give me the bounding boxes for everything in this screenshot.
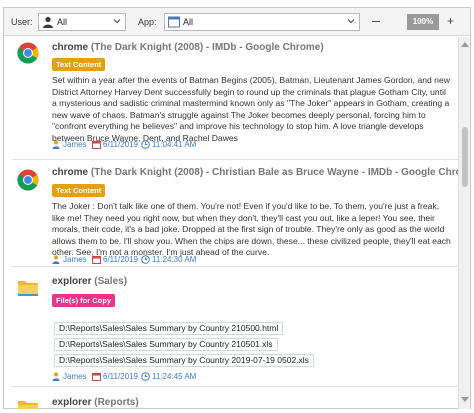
window-title: (The Dark Knight (2008) - IMDb - Google … — [90, 42, 324, 53]
calendar-icon — [92, 141, 101, 149]
entry-title: explorer (Sales) — [52, 276, 127, 287]
divider — [12, 266, 458, 267]
text-content-badge: Text Content — [52, 184, 106, 197]
files-copy-badge: File(s) for Copy — [52, 294, 116, 307]
divider — [12, 386, 458, 387]
entry-meta: James 6/11/2019 11:24:45 AM — [52, 372, 252, 382]
app-name: explorer — [52, 276, 92, 287]
window-title: (Reports) — [94, 397, 139, 408]
zoom-level: 100% — [407, 14, 439, 30]
scroll-down-icon[interactable] — [461, 397, 469, 403]
entry-title: explorer (Reports) — [52, 397, 139, 408]
list-item[interactable]: explorer (Reports) — [4, 388, 458, 409]
captured-text: Set within a year after the events of Ba… — [52, 75, 450, 143]
user-filter-value: All — [57, 17, 68, 27]
file-path[interactable]: D:\Reports\Sales\Sales Summary by Countr… — [54, 338, 278, 351]
chevron-down-icon — [113, 19, 121, 24]
file-path[interactable]: D:\Reports\Sales\Sales Summary by Countr… — [54, 322, 284, 335]
user-icon — [43, 16, 53, 28]
clock-icon — [141, 255, 150, 264]
folder-icon — [18, 281, 38, 296]
clock-icon — [141, 372, 150, 381]
user-filter-dropdown[interactable]: All — [38, 13, 126, 31]
chrome-icon — [17, 42, 39, 64]
user-icon — [52, 255, 60, 264]
calendar-icon — [92, 373, 101, 381]
app-filter-dropdown[interactable]: All — [164, 13, 360, 31]
folder-icon — [18, 401, 38, 409]
zoom-out-button[interactable] — [372, 21, 380, 22]
entry-time: 11:04:41 AM — [152, 140, 197, 149]
vertical-scrollbar[interactable] — [458, 37, 470, 409]
scroll-thumb[interactable] — [462, 127, 468, 187]
calendar-icon — [92, 256, 101, 264]
entry-meta: James 6/11/2019 11:04:41 AM — [52, 140, 252, 150]
entry-user[interactable]: James — [63, 255, 87, 264]
text-content-badge: Text Content — [52, 58, 106, 71]
app-name: explorer — [52, 397, 92, 408]
window-title: (The Dark Knight (2008) - Christian Bale… — [90, 167, 458, 178]
app-name: chrome — [52, 42, 89, 53]
file-path[interactable]: D:\Reports\Sales\Sales Summary by Countr… — [54, 354, 314, 367]
chevron-down-icon — [347, 19, 355, 24]
activity-window: User: All App: All 100% + chrome (The Da… — [3, 7, 471, 409]
user-filter-label: User: — [11, 17, 33, 27]
entry-title: chrome (The Dark Knight (2008) - IMDb - … — [52, 42, 324, 53]
captured-text: The Joker : Don't talk like one of them.… — [52, 201, 451, 257]
zoom-in-button[interactable]: + — [447, 14, 454, 28]
activity-list: chrome (The Dark Knight (2008) - IMDb - … — [4, 37, 458, 409]
app-filter-label: App: — [138, 17, 157, 27]
entry-user[interactable]: James — [63, 372, 87, 381]
app-name: chrome — [52, 167, 89, 178]
entry-time: 11:24:30 AM — [152, 255, 197, 264]
entry-time: 11:24:45 AM — [152, 372, 197, 381]
list-item[interactable]: chrome (The Dark Knight (2008) - Christi… — [4, 161, 458, 265]
list-item[interactable]: explorer (Sales) File(s) for Copy D:\Rep… — [4, 268, 458, 386]
scroll-up-icon[interactable] — [461, 41, 469, 47]
entry-title: chrome (The Dark Knight (2008) - Christi… — [52, 167, 458, 178]
entry-meta: James 6/11/2019 11:24:30 AM — [52, 255, 252, 265]
clock-icon — [141, 140, 150, 149]
user-icon — [52, 372, 60, 381]
chrome-icon — [17, 169, 39, 191]
divider — [12, 159, 458, 160]
entry-date: 6/11/2019 — [103, 372, 138, 381]
toolbar: User: All App: All 100% + — [4, 8, 470, 36]
app-filter-value: All — [183, 17, 194, 27]
app-window-icon — [168, 16, 180, 28]
list-item[interactable]: chrome (The Dark Knight (2008) - IMDb - … — [4, 37, 458, 160]
entry-date: 6/11/2019 — [103, 140, 138, 149]
user-icon — [52, 140, 60, 149]
entry-user[interactable]: James — [63, 140, 87, 149]
entry-date: 6/11/2019 — [103, 255, 138, 264]
window-title: (Sales) — [94, 276, 128, 287]
